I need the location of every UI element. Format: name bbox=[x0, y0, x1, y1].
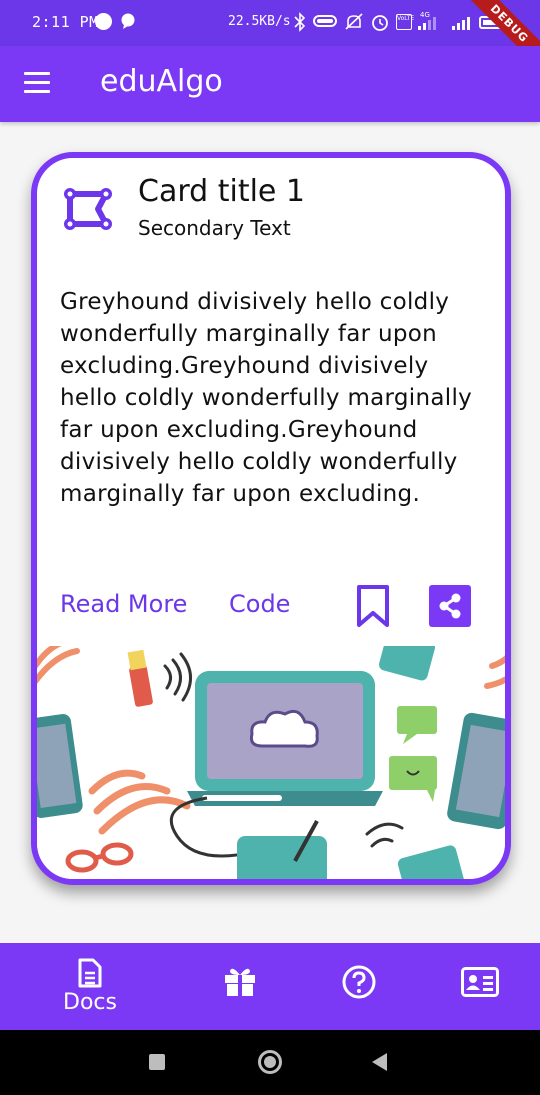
recent-apps-button[interactable] bbox=[149, 1054, 165, 1070]
gift-icon bbox=[225, 968, 255, 996]
bottom-navigation: Docs bbox=[0, 943, 540, 1030]
status-time: 2:11 PM bbox=[32, 13, 99, 31]
chat-icon bbox=[121, 13, 135, 29]
card-body-text: Greyhound divisively hello coldly wonder… bbox=[60, 289, 473, 507]
card-title: Card title 1 bbox=[138, 174, 305, 209]
home-button[interactable] bbox=[258, 1050, 282, 1074]
nav-label-docs: Docs bbox=[63, 990, 117, 1015]
id-card-icon bbox=[461, 967, 499, 997]
alarm-icon bbox=[372, 15, 388, 31]
volte-icon: VoLTE bbox=[396, 14, 414, 30]
app-bar: eduAlgo bbox=[0, 46, 540, 122]
system-navigation-bar bbox=[0, 1030, 540, 1095]
content-card: Card title 1 Secondary Text Greyhound di… bbox=[31, 152, 511, 885]
battery-saver-icon bbox=[313, 15, 337, 27]
messenger-icon bbox=[95, 13, 112, 30]
help-circle-icon bbox=[342, 965, 376, 999]
signal-icon-2 bbox=[452, 16, 470, 30]
signal-icon bbox=[418, 16, 436, 30]
document-icon bbox=[78, 958, 102, 988]
read-more-button[interactable]: Read More bbox=[60, 590, 187, 618]
status-bar: 2:11 PM 22.5KB/s VoLTE 4G DEBUG bbox=[0, 0, 540, 78]
nav-item-profile[interactable] bbox=[450, 943, 510, 1030]
network-speed: 22.5KB/s bbox=[228, 14, 291, 29]
share-button[interactable] bbox=[429, 585, 471, 627]
code-button[interactable]: Code bbox=[229, 590, 290, 618]
bookmark-icon[interactable] bbox=[355, 584, 391, 628]
nav-item-help[interactable] bbox=[329, 943, 389, 1030]
hamburger-menu-icon[interactable] bbox=[24, 72, 50, 94]
bluetooth-icon bbox=[294, 12, 306, 32]
back-button[interactable] bbox=[372, 1053, 387, 1071]
card-subtitle: Secondary Text bbox=[138, 216, 291, 240]
app-title: eduAlgo bbox=[100, 64, 223, 99]
card-illustration bbox=[37, 646, 505, 879]
mute-icon bbox=[345, 13, 363, 30]
nav-item-gift[interactable] bbox=[210, 943, 270, 1030]
nav-item-docs[interactable]: Docs bbox=[50, 943, 130, 1030]
share-icon bbox=[439, 593, 461, 619]
vector-square-icon bbox=[64, 188, 112, 230]
